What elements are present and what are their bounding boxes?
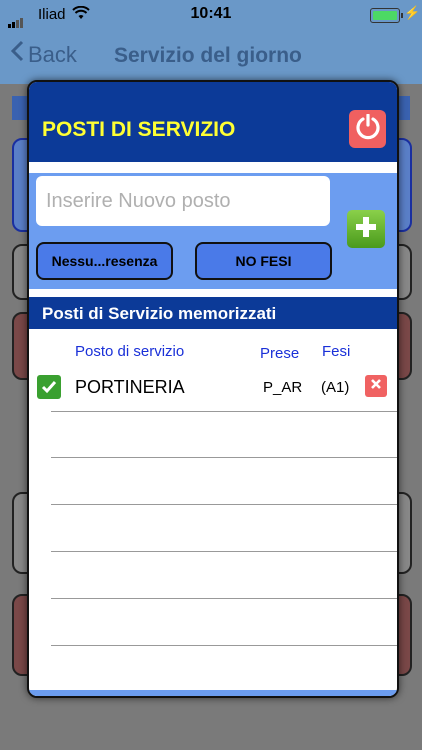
new-post-form: Nessu...resenza NO FESI bbox=[29, 173, 397, 289]
add-post-button[interactable] bbox=[347, 210, 385, 248]
page-title: Servizio del giorno bbox=[114, 44, 302, 67]
post-fesi: (A1) bbox=[321, 379, 350, 396]
modal-header: POSTI DI SERVIZIO bbox=[29, 82, 397, 162]
row-divider bbox=[51, 411, 397, 412]
row-divider bbox=[51, 457, 397, 458]
section-header: Posti di Servizio memorizzati bbox=[29, 297, 397, 329]
close-icon bbox=[370, 377, 382, 395]
refresh-button[interactable] bbox=[349, 110, 386, 148]
modal-title: POSTI DI SERVIZIO bbox=[42, 118, 236, 141]
delete-button[interactable] bbox=[365, 375, 387, 397]
status-bar: Iliad 10:41 ⚡ bbox=[0, 0, 422, 28]
post-name: PORTINERIA bbox=[75, 377, 185, 397]
checkbox-checked-icon[interactable] bbox=[37, 375, 61, 399]
row-divider bbox=[51, 551, 397, 552]
nav-bar: Back Servizio del giorno bbox=[0, 28, 422, 84]
charging-icon: ⚡ bbox=[404, 5, 421, 20]
presence-button[interactable]: Nessu...resenza bbox=[36, 242, 173, 280]
chevron-left-icon bbox=[10, 40, 24, 68]
modal-footer-bar bbox=[29, 690, 397, 696]
row-divider bbox=[51, 504, 397, 505]
no-fesi-button[interactable]: NO FESI bbox=[195, 242, 332, 280]
back-button[interactable]: Back bbox=[10, 40, 77, 68]
column-header-fesi: Fesi bbox=[322, 343, 351, 360]
post-prese: P_AR bbox=[263, 379, 303, 396]
row-divider bbox=[51, 645, 397, 646]
plus-icon bbox=[354, 215, 378, 244]
column-header-post: Posto di servizio bbox=[75, 343, 185, 360]
clock: 10:41 bbox=[190, 5, 232, 22]
row-divider bbox=[51, 598, 397, 599]
column-header-prese: Prese bbox=[260, 345, 300, 362]
battery-icon bbox=[370, 8, 403, 23]
posti-servizio-modal: POSTI DI SERVIZIO Nessu...resenza NO FES… bbox=[27, 80, 399, 698]
section-title: Posti di Servizio memorizzati bbox=[42, 304, 277, 323]
back-label: Back bbox=[28, 42, 77, 67]
refresh-icon bbox=[355, 112, 381, 145]
new-post-input[interactable] bbox=[36, 176, 330, 226]
